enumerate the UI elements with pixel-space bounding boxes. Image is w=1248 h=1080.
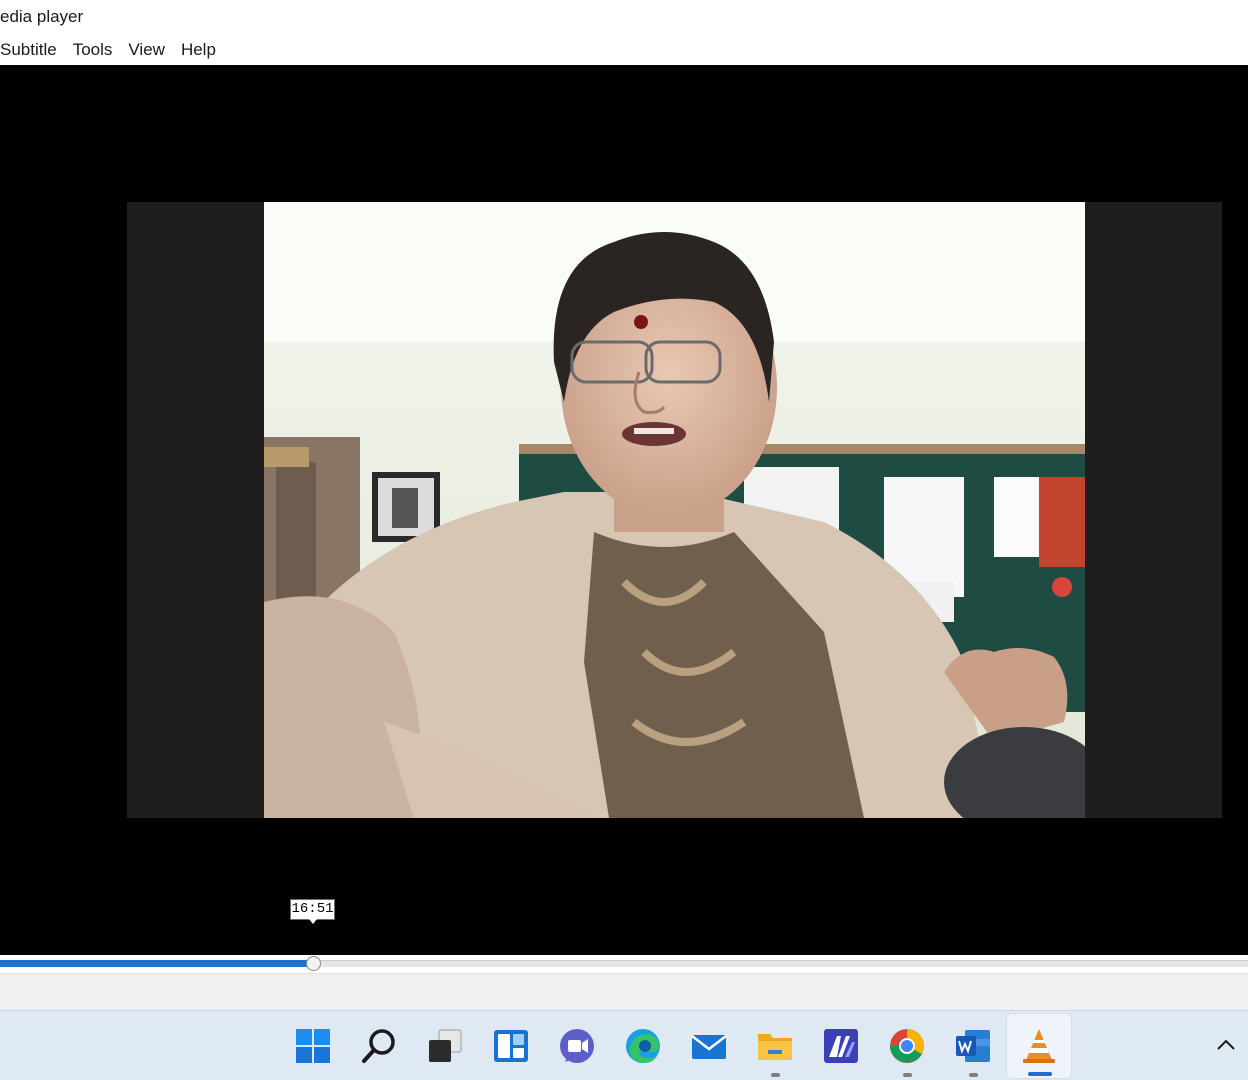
- taskbar-word-button[interactable]: [940, 1013, 1006, 1079]
- seek-bar[interactable]: [0, 955, 1248, 973]
- media-player-window: edia player Subtitle Tools View Help 16:…: [0, 0, 1248, 1080]
- word-icon: [956, 1030, 990, 1062]
- seek-handle[interactable]: [306, 956, 321, 971]
- video-content: [264, 202, 1085, 818]
- widgets-icon: [494, 1030, 528, 1062]
- video-frame: [127, 202, 1222, 818]
- seek-progress: [0, 960, 314, 967]
- menu-subtitle[interactable]: Subtitle: [0, 40, 57, 60]
- taskbar-app-m-button[interactable]: [808, 1013, 874, 1079]
- video-scene-graphic: [264, 202, 1085, 818]
- running-indicator: [771, 1073, 780, 1077]
- taskbar-icons: [280, 1011, 1072, 1080]
- taskbar-start-button[interactable]: [280, 1013, 346, 1079]
- taskbar-edge-button[interactable]: [610, 1013, 676, 1079]
- taskbar-search-button[interactable]: [346, 1013, 412, 1079]
- menu-view[interactable]: View: [128, 40, 165, 60]
- task-view-icon: [429, 1029, 462, 1062]
- running-indicator: [903, 1073, 912, 1077]
- title-bar: edia player: [0, 0, 1248, 34]
- menu-help[interactable]: Help: [181, 40, 216, 60]
- taskbar-vlc-button[interactable]: [1006, 1013, 1072, 1079]
- video-area[interactable]: [0, 65, 1248, 955]
- controls-area: [0, 973, 1248, 1010]
- menu-bar: Subtitle Tools View Help: [0, 34, 1248, 65]
- taskbar: [0, 1010, 1248, 1080]
- window-title: edia player: [0, 7, 84, 26]
- edge-browser-icon: [626, 1029, 660, 1063]
- running-indicator: [969, 1073, 978, 1077]
- taskbar-chrome-button[interactable]: [874, 1013, 940, 1079]
- teams-chat-icon: [560, 1029, 594, 1063]
- active-indicator: [1028, 1072, 1052, 1076]
- chrome-icon: [890, 1029, 924, 1063]
- mail-icon: [691, 1035, 727, 1059]
- search-icon: [362, 1029, 395, 1063]
- vlc-icon: [1023, 1029, 1055, 1063]
- taskbar-file-explorer-button[interactable]: [742, 1013, 808, 1079]
- taskbar-mail-button[interactable]: [676, 1013, 742, 1079]
- app-m-icon: [824, 1029, 858, 1063]
- menu-tools[interactable]: Tools: [73, 40, 113, 60]
- chevron-up-icon[interactable]: [1214, 1033, 1238, 1057]
- time-tooltip: 16:51: [290, 899, 335, 924]
- windows-start-icon: [296, 1029, 330, 1063]
- taskbar-chat-button[interactable]: [544, 1013, 610, 1079]
- taskbar-widgets-button[interactable]: [478, 1013, 544, 1079]
- file-explorer-icon: [758, 1034, 792, 1060]
- taskbar-task-view-button[interactable]: [412, 1013, 478, 1079]
